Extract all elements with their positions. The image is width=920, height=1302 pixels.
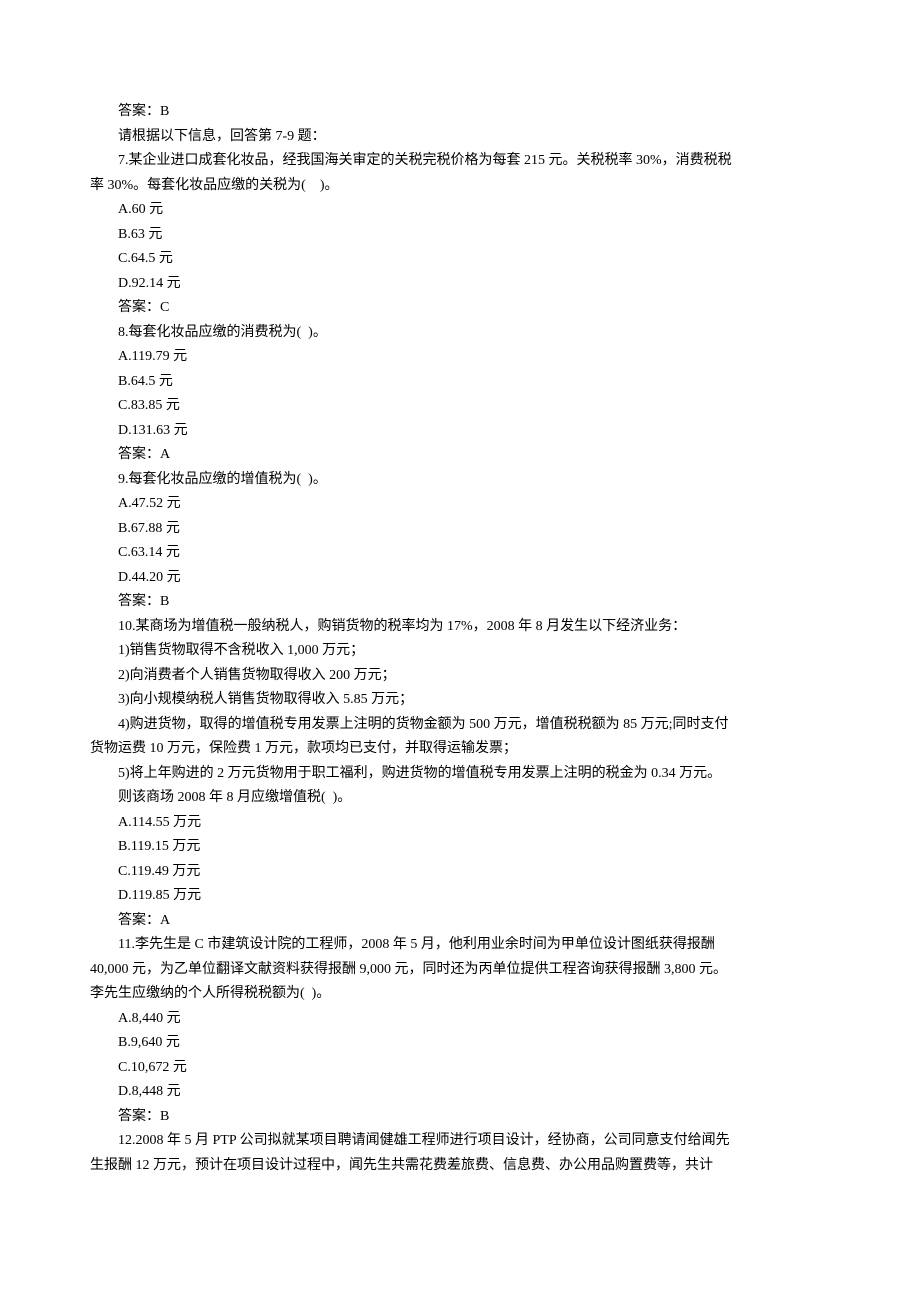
text-line: 1)销售货物取得不含税收入 1,000 万元； bbox=[90, 639, 830, 664]
text-line: A.119.79 元 bbox=[90, 345, 830, 370]
text-line: 答案：B bbox=[90, 100, 830, 125]
text-line: 8.每套化妆品应缴的消费税为( )。 bbox=[90, 321, 830, 346]
text-line: 10.某商场为增值税一般纳税人，购销货物的税率均为 17%，2008 年 8 月… bbox=[90, 615, 830, 640]
text-line: 11.李先生是 C 市建筑设计院的工程师，2008 年 5 月，他利用业余时间为… bbox=[90, 933, 830, 958]
text-line: 答案：B bbox=[90, 1105, 830, 1130]
text-line: 则该商场 2008 年 8 月应缴增值税( )。 bbox=[90, 786, 830, 811]
text-line: 9.每套化妆品应缴的增值税为( )。 bbox=[90, 468, 830, 493]
text-line: B.9,640 元 bbox=[90, 1031, 830, 1056]
text-line: B.119.15 万元 bbox=[90, 835, 830, 860]
text-line: 7.某企业进口成套化妆品，经我国海关审定的关税完税价格为每套 215 元。关税税… bbox=[90, 149, 830, 174]
text-line: D.119.85 万元 bbox=[90, 884, 830, 909]
text-line: A.8,440 元 bbox=[90, 1007, 830, 1032]
text-line: A.60 元 bbox=[90, 198, 830, 223]
text-line: B.63 元 bbox=[90, 223, 830, 248]
text-line: 2)向消费者个人销售货物取得收入 200 万元； bbox=[90, 664, 830, 689]
text-line: B.67.88 元 bbox=[90, 517, 830, 542]
text-line: A.114.55 万元 bbox=[90, 811, 830, 836]
text-line: 请根据以下信息，回答第 7-9 题： bbox=[90, 125, 830, 150]
text-line: 5)将上年购进的 2 万元货物用于职工福利，购进货物的增值税专用发票上注明的税金… bbox=[90, 762, 830, 787]
text-line: C.63.14 元 bbox=[90, 541, 830, 566]
text-line: D.8,448 元 bbox=[90, 1080, 830, 1105]
text-line: 货物运费 10 万元，保险费 1 万元，款项均已支付，并取得运输发票； bbox=[90, 737, 830, 762]
text-line: 答案：A bbox=[90, 909, 830, 934]
document-body: 答案：B请根据以下信息，回答第 7-9 题：7.某企业进口成套化妆品，经我国海关… bbox=[90, 100, 830, 1178]
text-line: 答案：B bbox=[90, 590, 830, 615]
text-line: A.47.52 元 bbox=[90, 492, 830, 517]
text-line: C.64.5 元 bbox=[90, 247, 830, 272]
text-line: D.131.63 元 bbox=[90, 419, 830, 444]
text-line: 40,000 元，为乙单位翻译文献资料获得报酬 9,000 元，同时还为丙单位提… bbox=[90, 958, 830, 983]
text-line: D.92.14 元 bbox=[90, 272, 830, 297]
text-line: B.64.5 元 bbox=[90, 370, 830, 395]
text-line: 率 30%。每套化妆品应缴的关税为( )。 bbox=[90, 174, 830, 199]
text-line: 李先生应缴纳的个人所得税税额为( )。 bbox=[90, 982, 830, 1007]
text-line: C.83.85 元 bbox=[90, 394, 830, 419]
text-line: 3)向小规模纳税人销售货物取得收入 5.85 万元； bbox=[90, 688, 830, 713]
text-line: 生报酬 12 万元，预计在项目设计过程中，闻先生共需花费差旅费、信息费、办公用品… bbox=[90, 1154, 830, 1179]
text-line: 答案：A bbox=[90, 443, 830, 468]
text-line: D.44.20 元 bbox=[90, 566, 830, 591]
text-line: 4)购进货物，取得的增值税专用发票上注明的货物金额为 500 万元，增值税税额为… bbox=[90, 713, 830, 738]
text-line: 答案：C bbox=[90, 296, 830, 321]
text-line: C.119.49 万元 bbox=[90, 860, 830, 885]
text-line: C.10,672 元 bbox=[90, 1056, 830, 1081]
text-line: 12.2008 年 5 月 PTP 公司拟就某项目聘请闻健雄工程师进行项目设计，… bbox=[90, 1129, 830, 1154]
